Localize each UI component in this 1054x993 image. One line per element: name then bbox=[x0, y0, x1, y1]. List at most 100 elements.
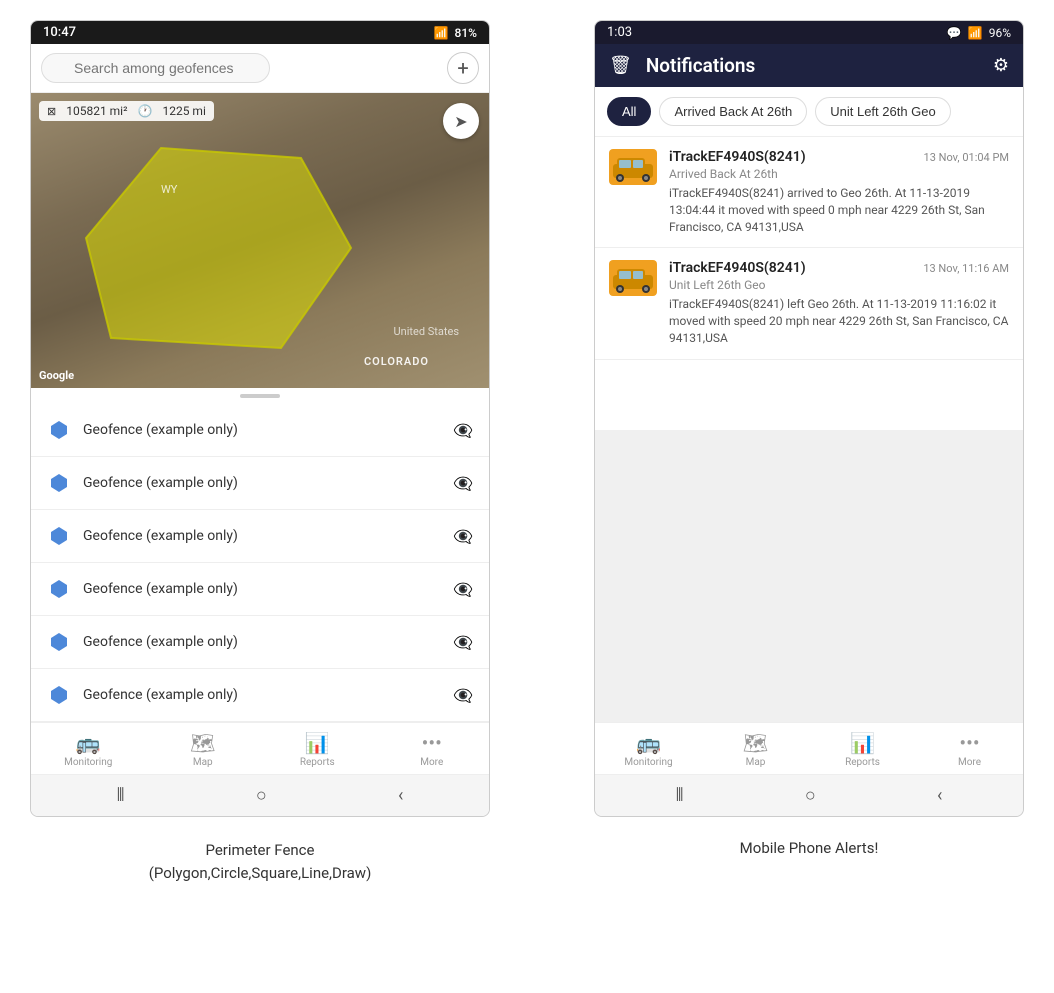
right-bottom-nav: 🚌 Monitoring 🗺 Map 📊 Reports ••• More bbox=[595, 722, 1023, 774]
nav-reports[interactable]: 📊 Reports bbox=[260, 723, 375, 774]
visibility-toggle-4[interactable]: 👁‍🗨 bbox=[453, 633, 473, 652]
geofence-item-1[interactable]: Geofence (example only) 👁‍🗨 bbox=[31, 457, 489, 510]
notification-item-2[interactable]: iTrackEF4940S(8241) 13 Nov, 11:16 AM Uni… bbox=[595, 248, 1023, 359]
notif-body-2: iTrackEF4940S(8241) left Geo 26th. At 11… bbox=[669, 296, 1009, 346]
notif-body-1: iTrackEF4940S(8241) arrived to Geo 26th.… bbox=[669, 185, 1009, 235]
android-back-btn-right[interactable]: ‹ bbox=[937, 785, 942, 806]
right-more-label: More bbox=[958, 757, 981, 768]
android-home-btn[interactable]: ○ bbox=[256, 785, 267, 806]
nav-map[interactable]: 🗺 Map bbox=[146, 723, 261, 774]
left-status-bar: 10:47 📶 81% bbox=[31, 21, 489, 44]
battery-label-right: 96% bbox=[989, 26, 1011, 40]
notif-event-2: Unit Left 26th Geo bbox=[669, 278, 1009, 292]
notif-top-row-1: iTrackEF4940S(8241) 13 Nov, 01:04 PM bbox=[669, 149, 1009, 165]
visibility-toggle-3[interactable]: 👁‍🗨 bbox=[453, 580, 473, 599]
colorado-label: COLORADO bbox=[364, 355, 429, 368]
android-home-btn-right[interactable]: ○ bbox=[805, 785, 816, 806]
geofence-item-0[interactable]: Geofence (example only) 👁‍🗨 bbox=[31, 404, 489, 457]
area-label: 105821 mi² bbox=[66, 104, 127, 118]
visibility-toggle-0[interactable]: 👁‍🗨 bbox=[453, 421, 473, 440]
notif-device-1: iTrackEF4940S(8241) bbox=[669, 149, 806, 165]
monitoring-label: Monitoring bbox=[64, 757, 112, 768]
right-nav-more[interactable]: ••• More bbox=[916, 723, 1023, 774]
right-nav-reports[interactable]: 📊 Reports bbox=[809, 723, 916, 774]
chat-icon: 💬 bbox=[947, 26, 962, 40]
car-icon-1 bbox=[611, 152, 655, 182]
settings-icon[interactable]: ⚙ bbox=[993, 55, 1009, 76]
right-time: 1:03 bbox=[607, 25, 632, 40]
tab-all[interactable]: All bbox=[607, 97, 651, 126]
geo-shape-icon-0 bbox=[47, 418, 71, 442]
android-menu-btn[interactable]: ⦀ bbox=[117, 785, 125, 806]
right-nav-monitoring[interactable]: 🚌 Monitoring bbox=[595, 723, 702, 774]
nav-more[interactable]: ••• More bbox=[375, 723, 490, 774]
left-phone: 10:47 📶 81% 🔍 + ⊠ 105821 mi² 🕐 1225 mi bbox=[30, 20, 490, 817]
reports-label: Reports bbox=[300, 757, 335, 768]
geo-label-0: Geofence (example only) bbox=[83, 422, 441, 438]
geo-label-1: Geofence (example only) bbox=[83, 475, 441, 491]
search-input[interactable] bbox=[41, 53, 270, 83]
map-label: Map bbox=[193, 757, 213, 768]
visibility-toggle-2[interactable]: 👁‍🗨 bbox=[453, 527, 473, 546]
clock-icon: 🕐 bbox=[138, 104, 153, 118]
left-bottom-nav: 🚌 Monitoring 🗺 Map 📊 Reports ••• More bbox=[31, 722, 489, 774]
tab-unit-left[interactable]: Unit Left 26th Geo bbox=[815, 97, 951, 126]
geofence-item-3[interactable]: Geofence (example only) 👁‍🗨 bbox=[31, 563, 489, 616]
notif-content-1: iTrackEF4940S(8241) 13 Nov, 01:04 PM Arr… bbox=[669, 149, 1009, 235]
left-status-icons: 📶 81% bbox=[434, 26, 477, 40]
right-monitoring-label: Monitoring bbox=[624, 757, 672, 768]
compass-button[interactable]: ➤ bbox=[443, 103, 479, 139]
android-back-btn[interactable]: ‹ bbox=[398, 785, 403, 806]
left-time: 10:47 bbox=[43, 25, 76, 40]
visibility-toggle-5[interactable]: 👁‍🗨 bbox=[453, 686, 473, 705]
geofence-item-5[interactable]: Geofence (example only) 👁‍🗨 bbox=[31, 669, 489, 722]
car-icon-2 bbox=[611, 263, 655, 293]
geofence-item-2[interactable]: Geofence (example only) 👁‍🗨 bbox=[31, 510, 489, 563]
trash-icon[interactable]: 🗑 bbox=[609, 55, 632, 76]
right-reports-label: Reports bbox=[845, 757, 880, 768]
right-monitoring-icon: 🚌 bbox=[636, 731, 661, 755]
geofence-list: Geofence (example only) 👁‍🗨 Geofence (ex… bbox=[31, 404, 489, 722]
drag-handle[interactable] bbox=[240, 394, 280, 398]
notifications-header: 🗑 Notifications ⚙ bbox=[595, 44, 1023, 87]
right-map-icon: 🗺 bbox=[743, 731, 768, 755]
notif-device-2: iTrackEF4940S(8241) bbox=[669, 260, 806, 276]
android-menu-btn-right[interactable]: ⦀ bbox=[676, 785, 684, 806]
car-avatar-1 bbox=[609, 149, 657, 185]
search-wrapper: 🔍 bbox=[41, 53, 439, 83]
geo-label-4: Geofence (example only) bbox=[83, 634, 441, 650]
geofence-item-4[interactable]: Geofence (example only) 👁‍🗨 bbox=[31, 616, 489, 669]
android-nav-left: ⦀ ○ ‹ bbox=[31, 774, 489, 816]
caption-right: Mobile Phone Alerts! bbox=[594, 827, 1024, 896]
more-icon: ••• bbox=[422, 731, 442, 755]
notif-time-2: 13 Nov, 11:16 AM bbox=[923, 262, 1009, 275]
wifi-icon-right: 📶 bbox=[968, 26, 983, 40]
add-geofence-button[interactable]: + bbox=[447, 52, 479, 84]
right-nav-map[interactable]: 🗺 Map bbox=[702, 723, 809, 774]
wy-label: WY bbox=[161, 183, 177, 196]
notif-time-1: 13 Nov, 01:04 PM bbox=[924, 151, 1009, 164]
geo-label-3: Geofence (example only) bbox=[83, 581, 441, 597]
right-status-icons: 💬 📶 96% bbox=[947, 26, 1011, 40]
map-area[interactable]: ⊠ 105821 mi² 🕐 1225 mi WY United States … bbox=[31, 93, 489, 388]
tab-arrived[interactable]: Arrived Back At 26th bbox=[659, 97, 807, 126]
notifications-empty-area bbox=[595, 430, 1023, 723]
notifications-title: Notifications bbox=[646, 54, 979, 77]
geo-shape-icon-3 bbox=[47, 577, 71, 601]
more-label: More bbox=[420, 757, 443, 768]
notification-item-1[interactable]: iTrackEF4940S(8241) 13 Nov, 01:04 PM Arr… bbox=[595, 137, 1023, 248]
map-icon: 🗺 bbox=[190, 731, 215, 755]
caption-left: Perimeter Fence(Polygon,Circle,Square,Li… bbox=[30, 827, 490, 896]
visibility-toggle-1[interactable]: 👁‍🗨 bbox=[453, 474, 473, 493]
geo-label-2: Geofence (example only) bbox=[83, 528, 441, 544]
search-bar: 🔍 + bbox=[31, 44, 489, 93]
map-background: ⊠ 105821 mi² 🕐 1225 mi WY United States … bbox=[31, 93, 489, 388]
right-status-bar: 1:03 💬 📶 96% bbox=[595, 21, 1023, 44]
nav-monitoring[interactable]: 🚌 Monitoring bbox=[31, 723, 146, 774]
right-reports-icon: 📊 bbox=[850, 731, 875, 755]
notifications-list: iTrackEF4940S(8241) 13 Nov, 01:04 PM Arr… bbox=[595, 137, 1023, 430]
right-more-icon: ••• bbox=[959, 731, 979, 755]
notif-top-row-2: iTrackEF4940S(8241) 13 Nov, 11:16 AM bbox=[669, 260, 1009, 276]
notif-content-2: iTrackEF4940S(8241) 13 Nov, 11:16 AM Uni… bbox=[669, 260, 1009, 346]
right-map-label: Map bbox=[746, 757, 766, 768]
